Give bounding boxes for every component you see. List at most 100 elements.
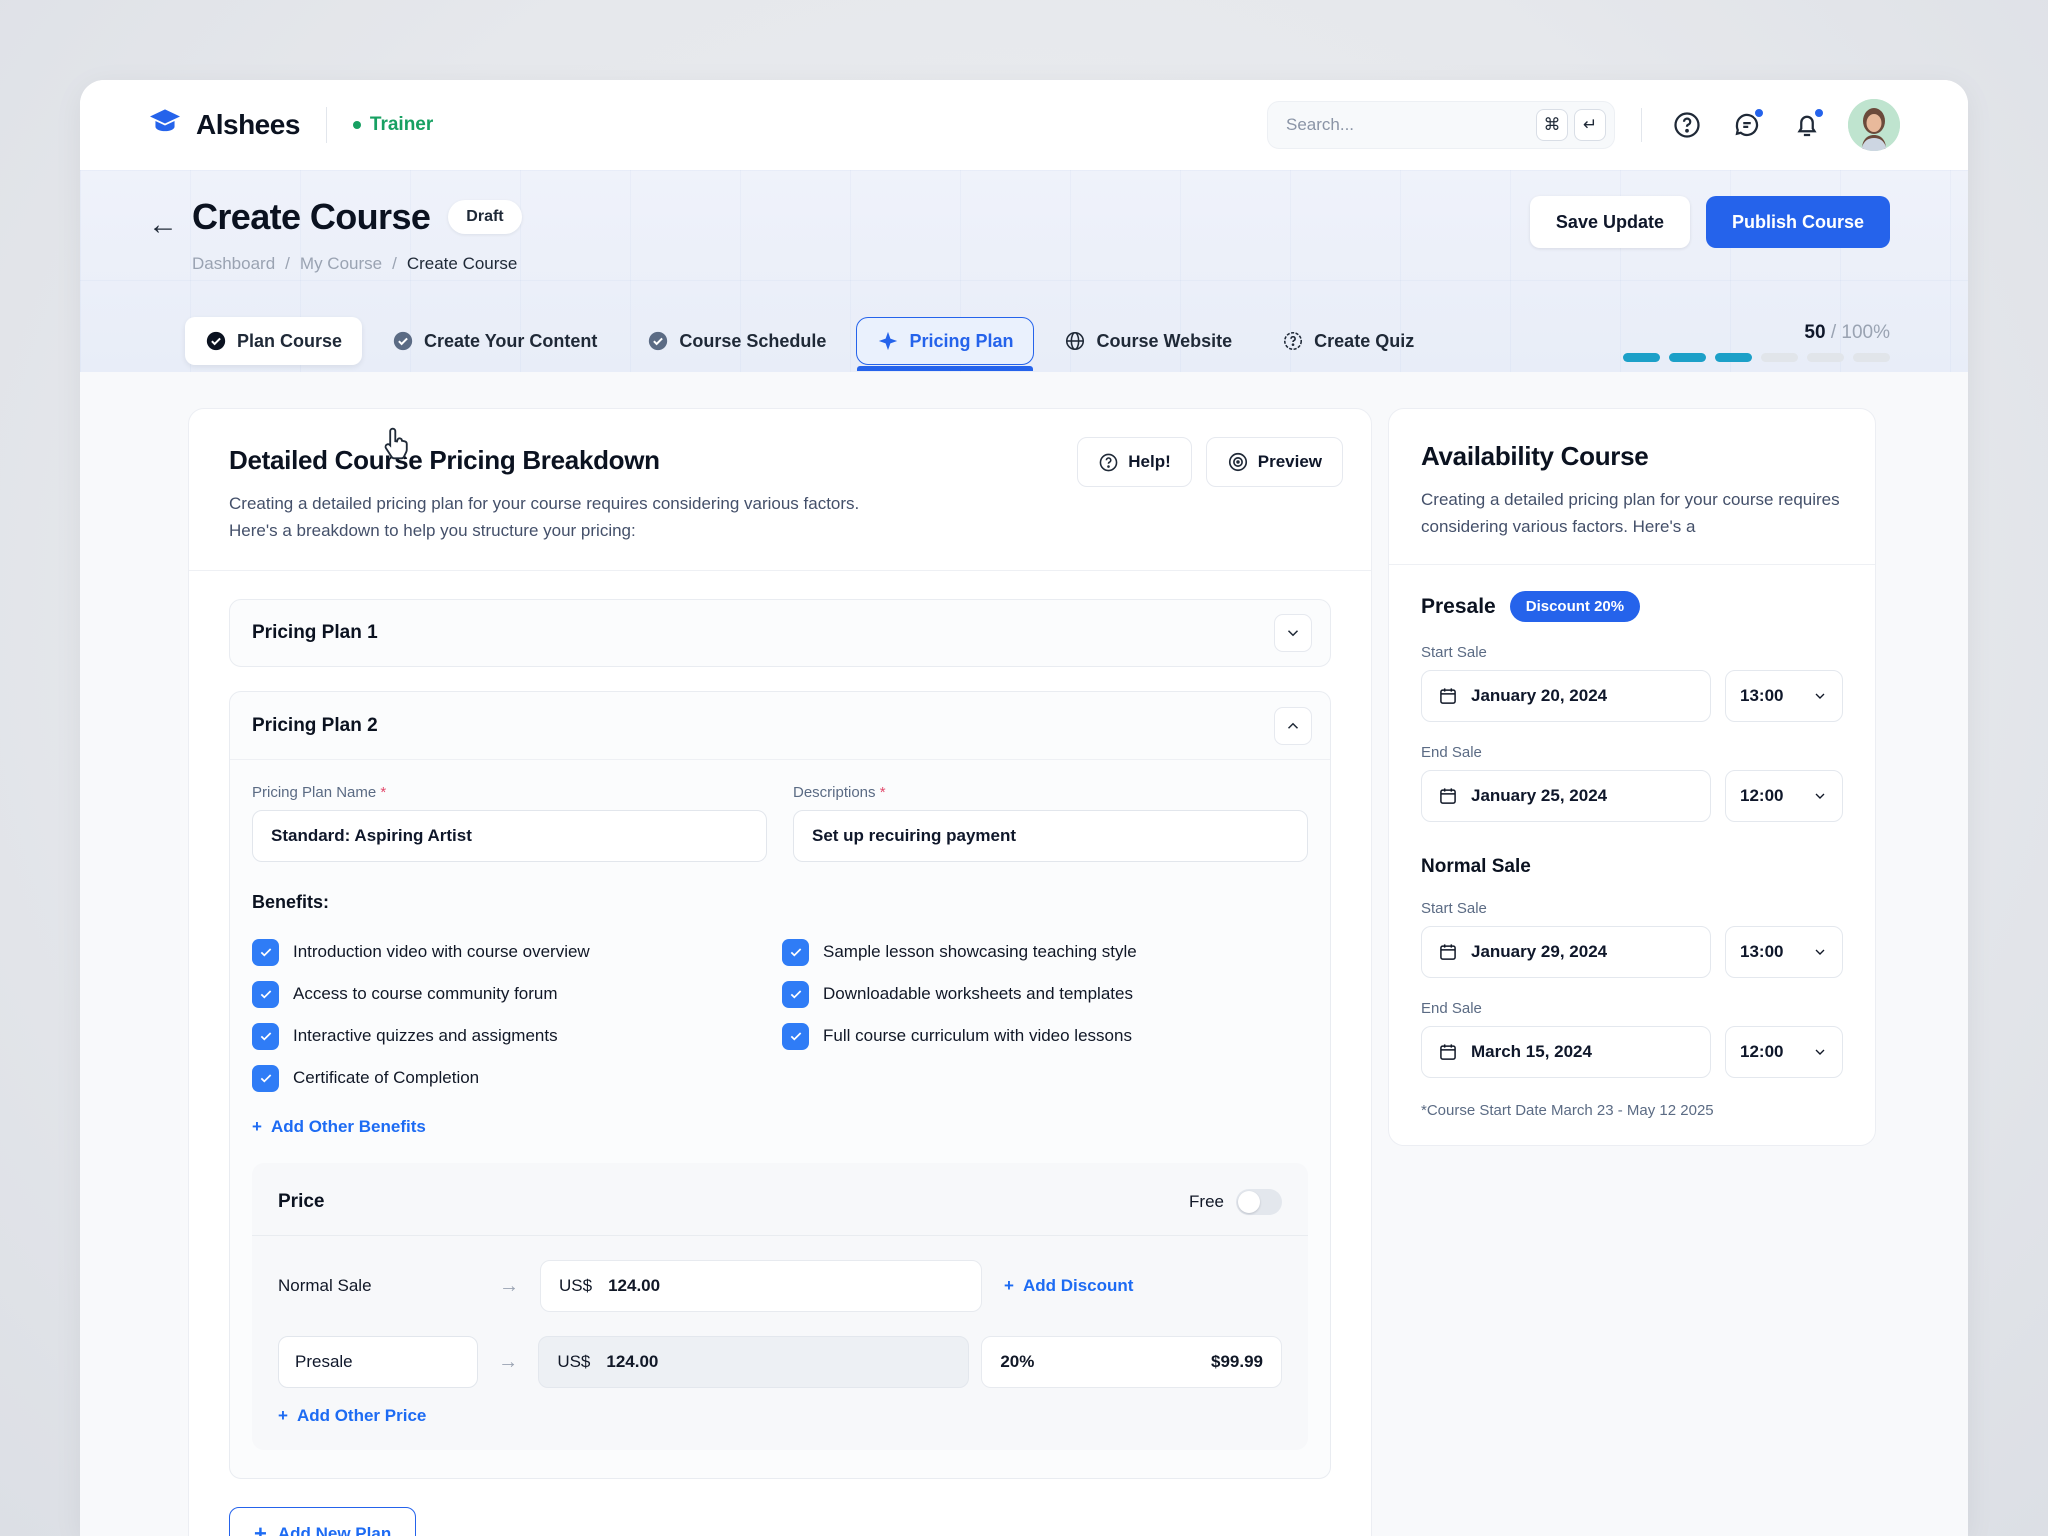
benefit-item: Interactive quizzes and assigments [252, 1015, 782, 1057]
tab-label: Pricing Plan [909, 331, 1013, 352]
tab-pricing-plan[interactable]: Pricing Plan [856, 317, 1034, 365]
chevron-down-icon [1812, 788, 1828, 804]
add-discount-button[interactable]: +Add Discount [1004, 1276, 1133, 1296]
plan-name-input[interactable] [252, 810, 767, 862]
search-input[interactable] [1286, 115, 1530, 135]
breadcrumb-my-course[interactable]: My Course [300, 254, 382, 274]
breadcrumb: Dashboard/ My Course/ Create Course [192, 254, 517, 274]
benefit-label: Introduction video with course overview [293, 942, 590, 962]
check-icon [788, 986, 804, 1002]
check-icon [258, 986, 274, 1002]
free-label: Free [1189, 1192, 1224, 1212]
normal-price-input[interactable] [608, 1276, 728, 1296]
normal-end-date-picker[interactable]: March 15, 2024 [1421, 1026, 1711, 1078]
presale-price-row: → US$ 20% $99.99 [278, 1336, 1282, 1388]
checkbox-checked[interactable] [782, 981, 809, 1008]
benefits-list: Introduction video with course overview … [252, 931, 1308, 1099]
label-text: Pricing Plan Name [252, 784, 376, 801]
calendar-icon [1438, 686, 1458, 706]
divider [252, 1235, 1308, 1236]
tab-create-your-content[interactable]: Create Your Content [372, 317, 617, 365]
check-icon [258, 944, 274, 960]
link-label: Add Other Benefits [271, 1117, 426, 1137]
save-update-button[interactable]: Save Update [1530, 196, 1690, 248]
normal-start-date-picker[interactable]: January 29, 2024 [1421, 926, 1711, 978]
discount-badge: Discount 20% [1510, 591, 1640, 622]
add-new-plan-button[interactable]: + Add New Plan [229, 1507, 416, 1536]
time-value: 12:00 [1740, 786, 1783, 806]
checkbox-checked[interactable] [252, 1065, 279, 1092]
tab-label: Create Your Content [424, 331, 597, 352]
expand-plan-1-button[interactable] [1274, 614, 1312, 652]
add-other-price-button[interactable]: +Add Other Price [278, 1406, 426, 1426]
add-other-benefits-button[interactable]: +Add Other Benefits [252, 1117, 426, 1137]
checkbox-checked[interactable] [252, 981, 279, 1008]
divider [1389, 564, 1875, 565]
user-avatar[interactable] [1848, 99, 1900, 151]
content-area: Detailed Course Pricing Breakdown Creati… [80, 372, 1968, 1536]
cursor-pointer-icon [380, 425, 414, 465]
plan-title: Pricing Plan 2 [252, 715, 378, 737]
notifications-button[interactable] [1788, 106, 1826, 144]
tab-course-website[interactable]: Course Website [1044, 317, 1252, 365]
messages-button[interactable] [1728, 106, 1766, 144]
tab-plan-course[interactable]: Plan Course [185, 317, 362, 365]
presale-start-time-select[interactable]: 13:00 [1725, 670, 1843, 722]
pricing-plan-2-header[interactable]: Pricing Plan 2 [230, 692, 1330, 760]
checkbox-checked[interactable] [252, 1023, 279, 1050]
tab-course-schedule[interactable]: Course Schedule [627, 317, 846, 365]
progress-current: 50 [1804, 322, 1825, 343]
price-section: Price Free Normal Sale → [252, 1163, 1308, 1450]
normal-sale-heading: Normal Sale [1421, 856, 1843, 878]
presale-price-field[interactable]: US$ [538, 1336, 969, 1388]
benefit-label: Full course curriculum with video lesson… [823, 1026, 1132, 1046]
presale-end-date-picker[interactable]: January 25, 2024 [1421, 770, 1711, 822]
presale-start-date-picker[interactable]: January 20, 2024 [1421, 670, 1711, 722]
calendar-icon [1438, 786, 1458, 806]
hero-band: ← Create Course Draft Dashboard/ My Cour… [80, 170, 1968, 372]
plus-icon: + [254, 1521, 267, 1536]
progress-separator: / [1831, 322, 1842, 343]
presale-price-input[interactable] [606, 1352, 726, 1372]
discount-field[interactable]: 20% $99.99 [981, 1336, 1282, 1388]
checkbox-checked[interactable] [782, 1023, 809, 1050]
brand[interactable]: Alshees [148, 108, 300, 143]
date-value: January 29, 2024 [1471, 942, 1607, 962]
descriptions-input[interactable] [793, 810, 1308, 862]
normal-start-time-select[interactable]: 13:00 [1725, 926, 1843, 978]
collapse-plan-2-button[interactable] [1274, 707, 1312, 745]
divider [326, 107, 327, 143]
help-button[interactable]: Help! [1077, 437, 1192, 487]
publish-course-button[interactable]: Publish Course [1706, 196, 1890, 248]
command-key-icon: ⌘ [1536, 109, 1568, 141]
card-description-line1: Creating a detailed pricing plan for you… [229, 490, 1331, 517]
normal-end-time-select[interactable]: 12:00 [1725, 1026, 1843, 1078]
normal-price-field[interactable]: US$ [540, 1260, 982, 1312]
tab-create-quiz[interactable]: Create Quiz [1262, 317, 1434, 365]
preview-eye-icon [1227, 451, 1249, 473]
presale-end-time-select[interactable]: 12:00 [1725, 770, 1843, 822]
preview-button[interactable]: Preview [1206, 437, 1343, 487]
card-description: Creating a detailed pricing plan for you… [229, 490, 1331, 544]
checkbox-checked[interactable] [252, 939, 279, 966]
arrow-right-icon: → [478, 1275, 540, 1298]
free-toggle[interactable] [1236, 1189, 1282, 1215]
progress-segment [1715, 353, 1752, 362]
presale-name-input[interactable] [278, 1336, 478, 1388]
back-button[interactable]: ← [148, 208, 178, 242]
pricing-plan-1-header[interactable]: Pricing Plan 1 [229, 599, 1331, 667]
link-label: Add Discount [1023, 1276, 1134, 1296]
benefit-item: Access to course community forum [252, 973, 782, 1015]
calendar-icon [1438, 1042, 1458, 1062]
checkbox-checked[interactable] [782, 939, 809, 966]
benefits-heading: Benefits: [252, 892, 1308, 913]
quiz-badge-icon [1282, 330, 1304, 352]
check-icon [258, 1028, 274, 1044]
page: Alshees Trainer ⌘ ↵ [0, 0, 2048, 1536]
plan-name-label: Pricing Plan Name * [252, 784, 767, 801]
search-bar[interactable]: ⌘ ↵ [1267, 101, 1615, 149]
start-sale-label: Start Sale [1421, 900, 1843, 917]
help-button[interactable] [1668, 106, 1706, 144]
breadcrumb-dashboard[interactable]: Dashboard [192, 254, 275, 274]
benefit-item: Downloadable worksheets and templates [782, 973, 1308, 1015]
